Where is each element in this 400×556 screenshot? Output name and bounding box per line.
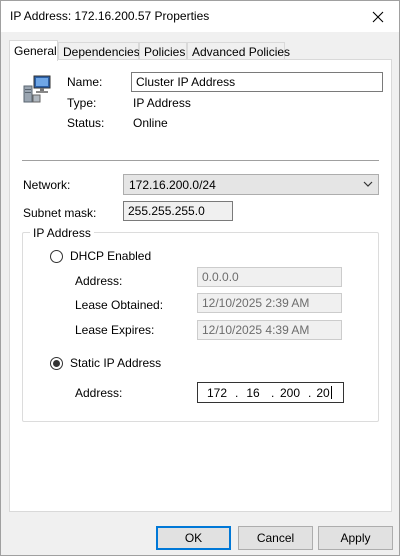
subnet-mask-field: 255.255.255.0 <box>123 201 233 221</box>
ok-button[interactable]: OK <box>156 526 231 550</box>
lease-expires-field: 12/10/2025 4:39 AM <box>197 320 342 340</box>
cancel-button[interactable]: Cancel <box>238 526 313 550</box>
cluster-resource-icon <box>23 75 51 103</box>
network-value: 172.16.200.0/24 <box>129 178 216 192</box>
name-label: Name: <box>67 75 103 89</box>
static-address-label: Address: <box>75 386 123 400</box>
tab-policies[interactable]: Policies <box>139 42 187 60</box>
network-dropdown[interactable]: 172.16.200.0/24 <box>123 174 379 195</box>
close-icon <box>372 11 384 22</box>
ip-dot: . <box>271 386 275 400</box>
static-ip-label: Static IP Address <box>70 356 162 370</box>
ip-octet-2[interactable]: 16 <box>238 386 268 400</box>
separator <box>22 160 379 161</box>
dhcp-radio[interactable] <box>50 250 63 263</box>
chevron-down-icon <box>363 181 373 187</box>
lease-expires-label: Lease Expires: <box>75 323 155 337</box>
general-tab-panel: Name: Cluster IP Address Type: IP Addres… <box>9 59 392 512</box>
apply-button[interactable]: Apply <box>318 526 393 550</box>
ip-octet-1[interactable]: 172 <box>202 386 232 400</box>
tab-advanced-policies[interactable]: Advanced Policies <box>187 42 290 60</box>
close-button[interactable] <box>357 1 399 32</box>
ip-octet-3[interactable]: 200 <box>275 386 305 400</box>
tab-dependencies[interactable]: Dependencies <box>58 42 140 60</box>
subnet-mask-label: Subnet mask: <box>23 206 97 220</box>
tab-general[interactable]: General <box>9 40 58 61</box>
type-value: IP Address <box>133 96 191 110</box>
lease-obtained-field: 12/10/2025 2:39 AM <box>197 293 342 313</box>
lease-obtained-label: Lease Obtained: <box>75 298 164 312</box>
static-address-ip-field[interactable]: 172 . 16 . 200 . 20 <box>197 382 344 403</box>
name-field[interactable]: Cluster IP Address <box>131 72 383 92</box>
title-bar: IP Address: 172.16.200.57 Properties <box>1 1 399 32</box>
status-value: Online <box>133 116 168 130</box>
dhcp-label: DHCP Enabled <box>70 249 152 263</box>
properties-dialog: IP Address: 172.16.200.57 Properties Gen… <box>0 0 400 556</box>
text-caret <box>331 386 332 399</box>
status-label: Status: <box>67 116 105 130</box>
dhcp-address-field: 0.0.0.0 <box>197 267 342 287</box>
dhcp-address-label: Address: <box>75 274 123 288</box>
network-label: Network: <box>23 178 71 192</box>
type-label: Type: <box>67 96 97 110</box>
window-title: IP Address: 172.16.200.57 Properties <box>10 9 210 23</box>
static-ip-radio[interactable] <box>50 357 63 370</box>
ip-address-group-label: IP Address <box>30 226 94 240</box>
